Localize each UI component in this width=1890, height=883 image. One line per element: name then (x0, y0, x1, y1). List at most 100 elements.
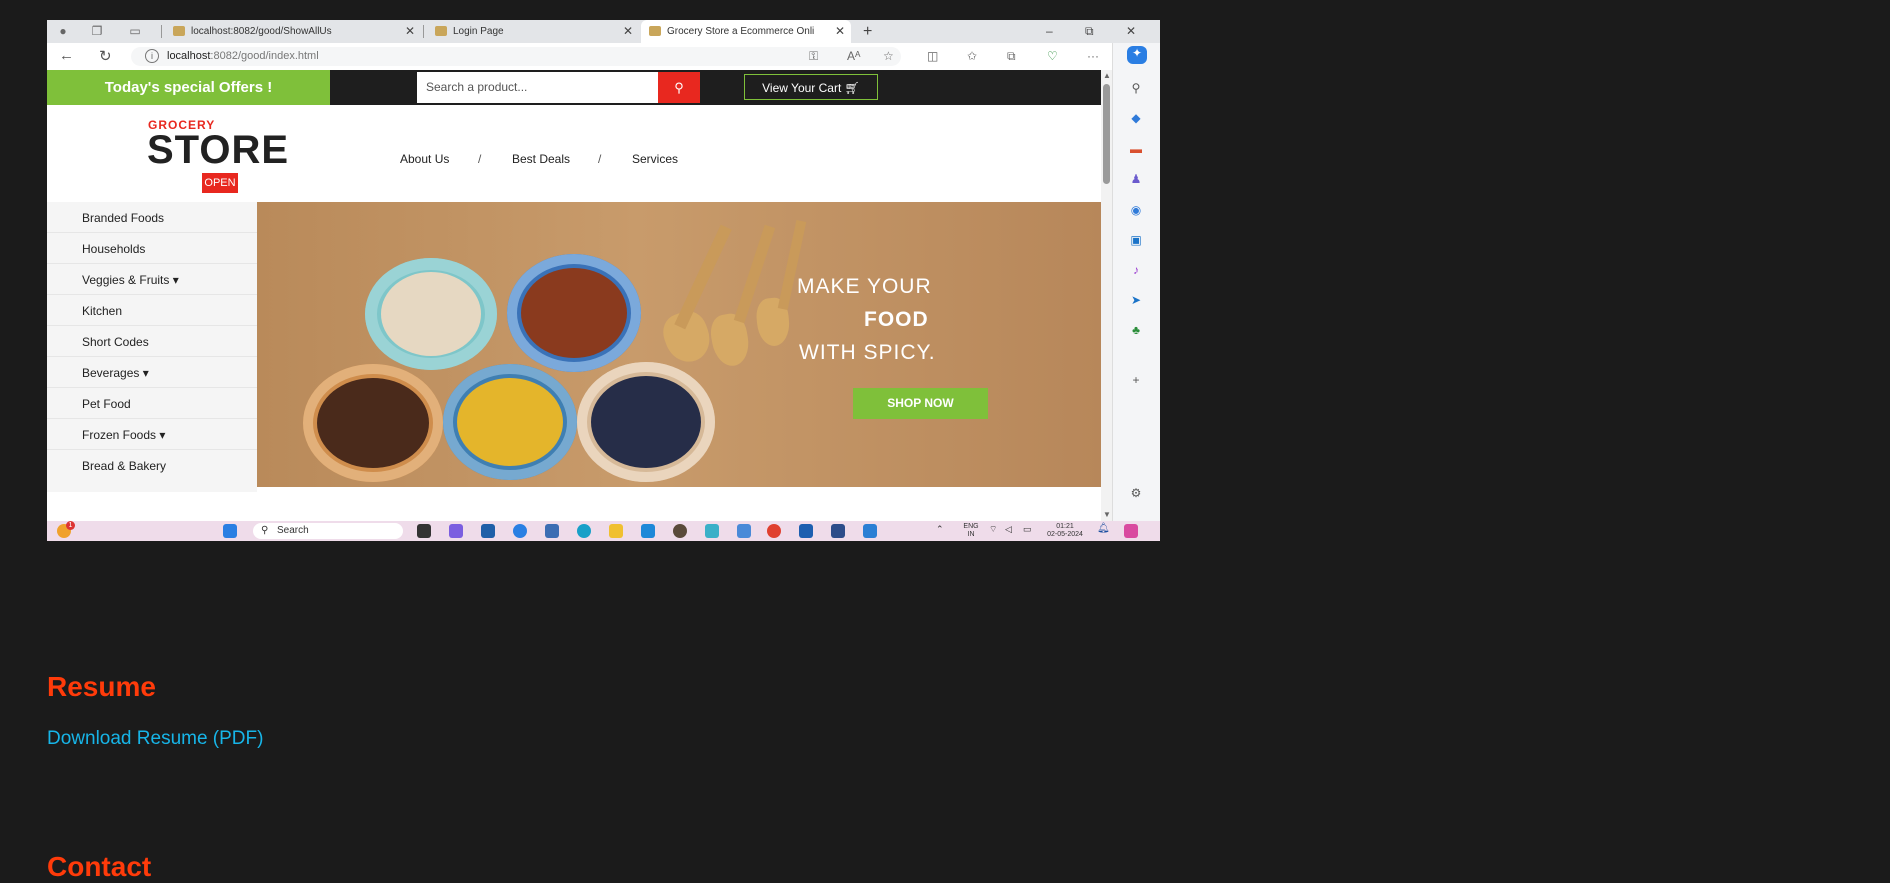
tab-showallusers[interactable]: localhost:8082/good/ShowAllUs ✕ (165, 20, 421, 43)
category-households[interactable]: Households (82, 242, 145, 256)
profile-icon[interactable]: ● (55, 23, 71, 39)
app-icon[interactable] (799, 524, 813, 538)
site-info-icon[interactable]: i (145, 49, 159, 63)
hero-banner: MAKE YOUR FOOD WITH SPICY. SHOP NOW (257, 202, 1101, 487)
tree-icon[interactable]: ♣ (1127, 323, 1145, 337)
scroll-up-icon[interactable]: ▲ (1103, 71, 1111, 80)
bowl-cloves-image (303, 364, 443, 482)
download-resume-link[interactable]: Download Resume (PDF) (47, 728, 263, 750)
office-icon[interactable]: ◉ (1127, 203, 1145, 217)
close-tab-icon[interactable]: ✕ (835, 20, 845, 43)
contact-heading: Contact (47, 851, 152, 882)
embedded-screenshot: ● ❐ ▭ localhost:8082/good/ShowAllUs ✕ Lo… (47, 20, 1160, 541)
copilot-icon[interactable]: ✦ (1127, 46, 1147, 64)
windows-start-icon[interactable] (223, 524, 237, 538)
tab-grocery-store[interactable]: Grocery Store a Ecommerce Onli ✕ (641, 20, 851, 43)
scroll-down-icon[interactable]: ▼ (1103, 510, 1111, 519)
menu-about-us[interactable]: About Us (400, 152, 449, 166)
menu-best-deals[interactable]: Best Deals (512, 152, 570, 166)
new-tab-button[interactable]: + (863, 20, 872, 43)
outlook-icon[interactable]: ▣ (1127, 233, 1145, 247)
teams-icon[interactable] (449, 524, 463, 538)
task-view-icon[interactable] (417, 524, 431, 538)
date-text: 02-05-2024 (1047, 531, 1083, 538)
category-short-codes[interactable]: Short Codes (82, 335, 149, 349)
key-icon[interactable]: ⚿ (809, 49, 818, 64)
close-tab-icon[interactable]: ✕ (405, 20, 415, 43)
notification-bell-icon[interactable]: 🔔︎ (1097, 523, 1110, 534)
bird-icon[interactable]: ➤ (1127, 293, 1145, 307)
language-indicator[interactable]: ENG IN (961, 523, 981, 539)
app-icon[interactable] (481, 524, 495, 538)
app-icon[interactable] (737, 524, 751, 538)
vscode-icon[interactable] (641, 524, 655, 538)
app-icon[interactable] (705, 524, 719, 538)
people-icon[interactable]: ♟ (1127, 172, 1145, 186)
more-options-icon[interactable]: ··· (1087, 49, 1099, 63)
collections-icon[interactable]: ⧉ (1007, 49, 1016, 64)
designer-icon[interactable]: ♪ (1127, 263, 1145, 277)
category-frozen-foods[interactable]: Frozen Foods ▾ (82, 428, 165, 442)
app-icon[interactable] (863, 524, 877, 538)
caret-down-icon: ▾ (142, 366, 149, 380)
clock[interactable]: 01:21 02-05-2024 (1043, 523, 1087, 539)
view-cart-button[interactable]: View Your Cart 🛒︎ (744, 74, 878, 100)
battery-icon[interactable]: ▭ (1023, 524, 1032, 535)
split-screen-icon[interactable]: ◫ (927, 49, 938, 63)
category-pet-food[interactable]: Pet Food (82, 397, 131, 411)
shop-now-button[interactable]: SHOP NOW (853, 388, 988, 419)
taskbar-search[interactable]: ⚲ Search (253, 523, 403, 539)
category-beverages[interactable]: Beverages ▾ (82, 366, 149, 380)
read-aloud-icon[interactable]: Aᴬ (847, 49, 860, 63)
volume-icon[interactable]: ◁ (1005, 524, 1012, 535)
refresh-icon[interactable]: ↻ (99, 47, 112, 65)
back-icon[interactable]: ← (59, 47, 74, 64)
app-icon[interactable] (673, 524, 687, 538)
tab-login-page[interactable]: Login Page ✕ (427, 20, 639, 43)
settings-gear-icon[interactable]: ⚙ (1127, 486, 1145, 500)
page-scrollbar[interactable]: ▲ ▼ (1101, 70, 1112, 521)
chrome-icon[interactable] (767, 524, 781, 538)
minimize-button[interactable]: – (1046, 20, 1053, 43)
close-window-button[interactable]: ✕ (1126, 20, 1136, 43)
file-explorer-icon[interactable] (609, 524, 623, 538)
scrollbar-thumb[interactable] (1103, 84, 1110, 184)
tab-label: localhost:8082/good/ShowAllUs (191, 26, 332, 37)
favorite-star-icon[interactable]: ☆ (883, 49, 894, 63)
divider (47, 356, 257, 357)
chevron-up-icon[interactable]: ⌃ (936, 524, 944, 535)
tab-label: Login Page (453, 26, 504, 37)
favorites-icon[interactable]: ✩ (967, 49, 977, 63)
app-icon[interactable] (831, 524, 845, 538)
category-sidebar: Branded Foods Households Veggies & Fruit… (47, 202, 257, 492)
close-tab-icon[interactable]: ✕ (623, 20, 633, 43)
menu-services[interactable]: Services (632, 152, 678, 166)
logo-open-badge: OPEN (202, 173, 238, 193)
url-path: :8082/good/index.html (210, 50, 319, 62)
help-icon[interactable] (513, 524, 527, 538)
category-veggies-fruits[interactable]: Veggies & Fruits ▾ (82, 273, 179, 287)
product-search-input[interactable]: Search a product... (417, 72, 658, 103)
copilot-taskbar-icon[interactable] (1124, 524, 1138, 538)
tools-icon[interactable]: ▬ (1127, 142, 1145, 156)
category-branded-foods[interactable]: Branded Foods (82, 211, 164, 225)
edge-icon[interactable] (577, 524, 591, 538)
category-label: Frozen Foods (82, 428, 157, 442)
category-kitchen[interactable]: Kitchen (82, 304, 122, 318)
divider (47, 325, 257, 326)
special-offers-banner[interactable]: Today's special Offers ! (47, 70, 330, 105)
category-label: Beverages (82, 366, 140, 380)
category-bread-bakery[interactable]: Bread & Bakery (82, 459, 166, 473)
snipping-tool-icon[interactable] (545, 524, 559, 538)
logo-text-large[interactable]: STORE (147, 128, 289, 173)
tab-actions-icon[interactable]: ▭ (127, 23, 143, 39)
wifi-icon[interactable]: ⌔ (989, 524, 997, 535)
search-button[interactable]: ⚲ (658, 72, 700, 103)
workspaces-icon[interactable]: ❐ (89, 23, 105, 39)
add-icon[interactable]: + (1127, 373, 1145, 387)
search-icon[interactable]: ⚲ (1127, 81, 1145, 95)
shopping-tag-icon[interactable]: ◆ (1127, 111, 1145, 125)
browser-essentials-icon[interactable]: ♡ (1047, 49, 1058, 63)
restore-button[interactable]: ⧉ (1085, 20, 1094, 43)
url-field[interactable]: i localhost:8082/good/index.html (131, 47, 901, 66)
